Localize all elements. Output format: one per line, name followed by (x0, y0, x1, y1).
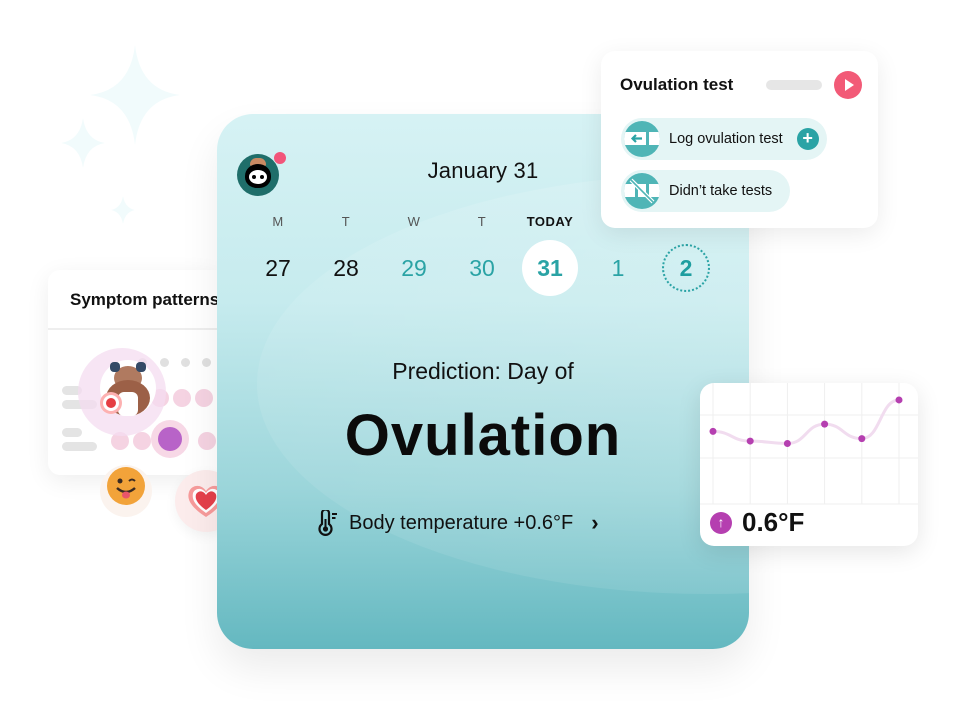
pattern-dot (195, 389, 213, 407)
day-of-week: W (407, 214, 421, 229)
ovulation-test-card: Ovulation test Log ovulation test + Didn… (601, 51, 878, 228)
day-number: 29 (401, 255, 427, 281)
sparkle-decoration (61, 45, 180, 224)
sparkle-medium (61, 118, 105, 168)
pattern-dot (173, 389, 191, 407)
day-number: 27 (265, 255, 291, 281)
divider (48, 328, 218, 330)
no-test-icon (624, 173, 660, 209)
play-icon[interactable] (834, 71, 862, 99)
body-temperature-link[interactable]: Body temperature +0.6°F › (317, 510, 599, 536)
temperature-point[interactable] (783, 440, 791, 447)
day-number: 28 (333, 255, 359, 281)
temperature-point[interactable] (821, 420, 829, 428)
add-icon[interactable]: + (796, 128, 819, 150)
prediction-label: Prediction: Day of (392, 358, 574, 384)
placeholder-bar (766, 80, 822, 90)
today-label: TODAY (526, 214, 574, 229)
temperature-summary: ↑ 0.6°F (710, 507, 804, 538)
highlight-dot[interactable] (158, 427, 182, 451)
wink-emoji-icon[interactable] (100, 465, 152, 517)
temperature-point[interactable] (895, 396, 903, 404)
sparkle-large (90, 45, 180, 145)
pattern-label-bar (62, 428, 82, 437)
arrow-up-icon: ↑ (710, 511, 732, 534)
pattern-label-bar (62, 442, 97, 451)
day-number: 1 (611, 255, 625, 281)
log-ovulation-test-button[interactable]: Log ovulation test + (621, 118, 827, 160)
symptom-card-title: Symptom patterns (70, 290, 218, 309)
pattern-dot (133, 432, 151, 450)
ovulation-test-strip-icon (624, 121, 660, 157)
pattern-dot (202, 358, 211, 367)
temperature-point[interactable] (746, 437, 754, 445)
day-of-week: M (272, 214, 284, 229)
pattern-dot (181, 358, 190, 367)
day-number: 2 (662, 244, 710, 292)
log-ovulation-test-label: Log ovulation test (669, 131, 783, 147)
temperature-value: 0.6°F (742, 507, 805, 537)
chevron-right-icon: › (591, 510, 599, 535)
temperature-chart (700, 383, 918, 505)
day-number: 30 (469, 255, 495, 281)
pattern-dot (160, 358, 169, 367)
didnt-take-tests-button[interactable]: Didn’t take tests (621, 170, 791, 212)
symptom-patterns-card[interactable]: Symptom patterns (48, 270, 218, 475)
temperature-chart-card[interactable]: ↑ 0.6°F (700, 383, 918, 546)
body-temperature-text: Body temperature +0.6°F (349, 511, 574, 534)
day-29[interactable]: W 29 (379, 212, 449, 296)
temperature-line (712, 398, 900, 446)
pattern-dot (198, 432, 216, 450)
sparkle-small (111, 196, 135, 224)
day-30[interactable]: T 30 (447, 212, 517, 296)
ovulation-test-title: Ovulation test (620, 75, 734, 94)
day-28[interactable]: T 28 (311, 212, 381, 296)
temperature-point[interactable] (709, 427, 717, 435)
person-avatar-icon (100, 360, 156, 416)
prediction-title: Ovulation (344, 403, 622, 468)
day-31-today[interactable]: TODAY 31 (515, 212, 585, 296)
didnt-take-tests-label: Didn’t take tests (669, 183, 773, 199)
day-27[interactable]: M 27 (243, 212, 313, 296)
day-number: 31 (522, 240, 578, 296)
thermometer-icon (318, 510, 337, 536)
day-of-week: T (477, 214, 487, 229)
temperature-point[interactable] (858, 435, 866, 443)
day-of-week: T (341, 214, 351, 229)
